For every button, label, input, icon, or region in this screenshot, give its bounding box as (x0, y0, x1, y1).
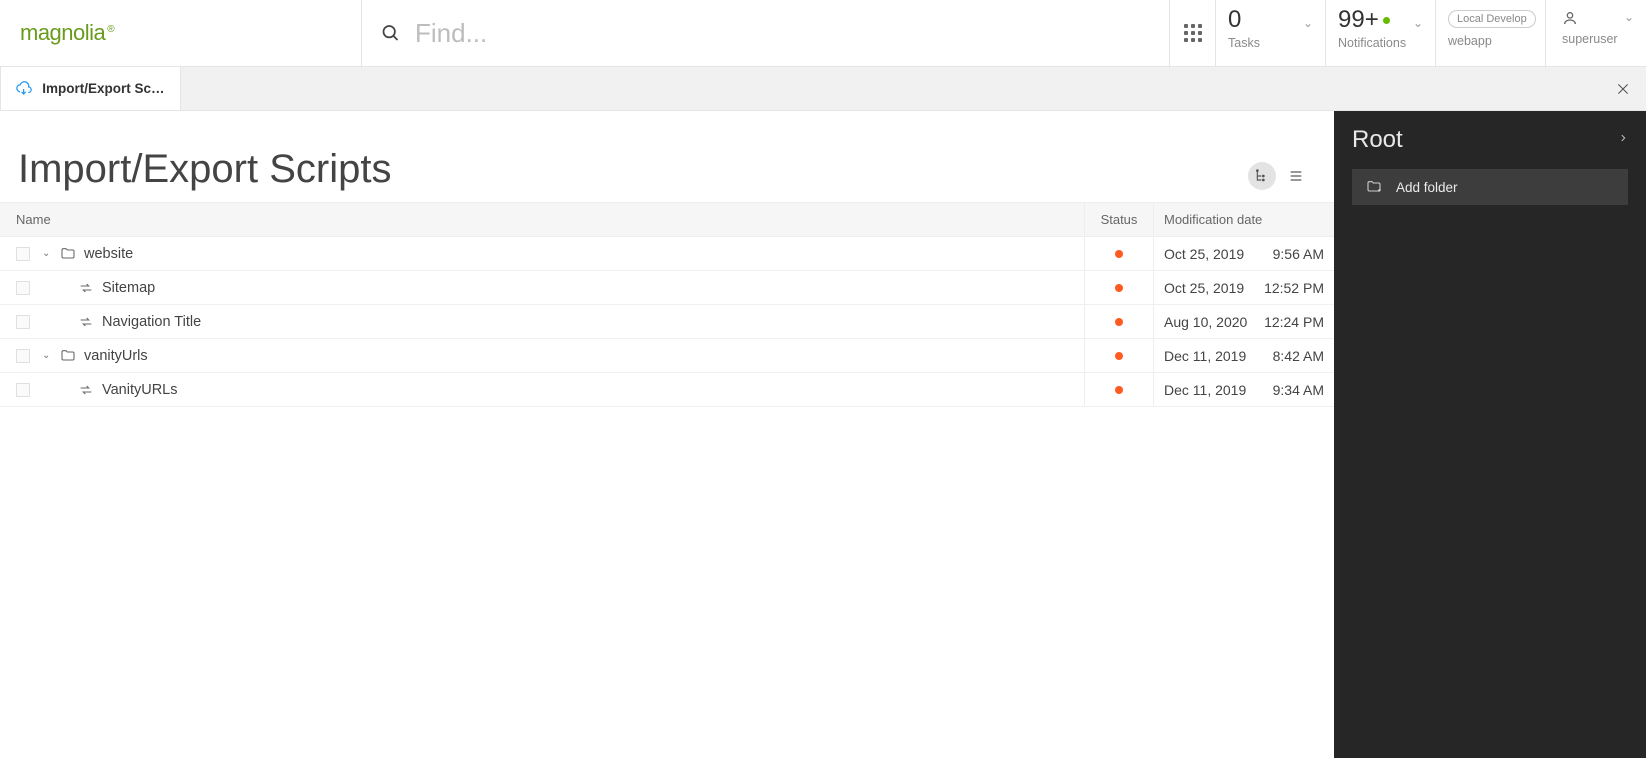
row-name: Sitemap (102, 280, 155, 296)
tasks-count: 0 (1228, 8, 1241, 32)
row-name: VanityURLs (102, 382, 177, 398)
expand-toggle[interactable]: ⌄ (42, 248, 52, 259)
environment-box[interactable]: Local Develop webapp (1436, 0, 1546, 66)
swap-icon (78, 382, 94, 398)
list-view-toggle[interactable] (1282, 162, 1310, 190)
user-box[interactable]: superuser ⌄ (1546, 0, 1646, 66)
search-input[interactable] (415, 18, 1151, 49)
col-header-status[interactable]: Status (1084, 203, 1154, 236)
tree-icon (1254, 168, 1270, 184)
chevron-down-icon: ⌄ (1303, 16, 1313, 30)
search-icon (380, 22, 401, 44)
notification-indicator-icon (1383, 17, 1390, 24)
row-name: vanityUrls (84, 348, 148, 364)
table-row[interactable]: ⌄ vanityUrls Dec 11, 2019 8:42 AM (0, 339, 1334, 373)
row-time: 8:42 AM (1273, 348, 1324, 364)
tasks-label: Tasks (1228, 36, 1313, 50)
close-tab-button[interactable] (1610, 76, 1636, 102)
close-icon (1615, 81, 1631, 97)
row-checkbox[interactable] (16, 281, 30, 295)
notifications-label: Notifications (1338, 36, 1423, 50)
brand-logo[interactable]: magnolia® (20, 20, 114, 46)
main-area: Import/Export Scripts Name Status Modifi… (0, 111, 1334, 758)
row-name: website (84, 246, 133, 262)
col-header-modification[interactable]: Modification date (1154, 203, 1334, 236)
actions-title: Root (1352, 126, 1403, 154)
table-row[interactable]: ⌄ website Oct 25, 2019 9:56 AM (0, 237, 1334, 271)
row-time: 12:24 PM (1264, 314, 1324, 330)
table-row[interactable]: VanityURLs Dec 11, 2019 9:34 AM (0, 373, 1334, 407)
tab-import-export[interactable]: Import/Export Scri... (0, 67, 181, 110)
brand-reg-mark: ® (107, 24, 114, 35)
notifications-count: 99+ (1338, 8, 1390, 32)
row-checkbox[interactable] (16, 349, 30, 363)
row-name: Navigation Title (102, 314, 201, 330)
row-checkbox[interactable] (16, 383, 30, 397)
notifications-box[interactable]: 99+ ⌄ Notifications (1326, 0, 1436, 66)
logo-zone: magnolia® (0, 0, 362, 66)
status-dot-icon (1115, 352, 1123, 360)
actions-panel: Root Add folder (1334, 111, 1646, 758)
status-dot-icon (1115, 386, 1123, 394)
folder-icon (60, 348, 76, 364)
col-header-name[interactable]: Name (0, 212, 1084, 227)
row-time: 9:34 AM (1273, 382, 1324, 398)
environment-pill: Local Develop (1448, 10, 1536, 28)
workspace: Import/Export Scripts Name Status Modifi… (0, 111, 1646, 758)
row-date: Oct 25, 2019 (1164, 246, 1244, 262)
add-folder-action[interactable]: Add folder (1352, 169, 1628, 205)
search-zone[interactable] (362, 0, 1170, 66)
status-dot-icon (1115, 318, 1123, 326)
status-dot-icon (1115, 250, 1123, 258)
grid-icon (1184, 24, 1202, 42)
brand-text: magnolia (20, 20, 105, 45)
swap-icon (78, 314, 94, 330)
col-header-mod-text: Modification date (1164, 212, 1262, 227)
swap-icon (78, 280, 94, 296)
table-header: Name Status Modification date (0, 203, 1334, 237)
tab-bar: Import/Export Scri... (0, 67, 1646, 111)
user-icon (1562, 10, 1578, 26)
row-date: Aug 10, 2020 (1164, 314, 1247, 330)
tasks-box[interactable]: 0 ⌄ Tasks (1216, 0, 1326, 66)
tree-view-toggle[interactable] (1248, 162, 1276, 190)
page-title: Import/Export Scripts (18, 147, 391, 192)
row-date: Dec 11, 2019 (1164, 382, 1246, 398)
actions-header[interactable]: Root (1334, 111, 1646, 169)
user-label: superuser (1562, 32, 1634, 46)
chevron-down-icon: ⌄ (1624, 10, 1634, 24)
tab-label: Import/Export Scri... (42, 81, 166, 96)
environment-label: webapp (1448, 34, 1533, 48)
folder-icon (60, 246, 76, 262)
add-folder-icon (1366, 179, 1382, 195)
row-time: 12:52 PM (1264, 280, 1324, 296)
row-checkbox[interactable] (16, 315, 30, 329)
row-time: 9:56 AM (1273, 246, 1324, 262)
row-checkbox[interactable] (16, 247, 30, 261)
table-row[interactable]: Sitemap Oct 25, 2019 12:52 PM (0, 271, 1334, 305)
chevron-right-icon (1618, 131, 1628, 150)
page-title-zone: Import/Export Scripts (0, 111, 1334, 203)
top-bar: magnolia® 0 ⌄ Tasks 99+ ⌄ Notifications … (0, 0, 1646, 67)
action-label: Add folder (1396, 180, 1458, 195)
chevron-down-icon: ⌄ (1413, 16, 1423, 30)
app-launcher-button[interactable] (1170, 0, 1216, 66)
cloud-sync-icon (15, 80, 32, 98)
notifications-count-text: 99+ (1338, 6, 1379, 33)
view-toggles (1248, 162, 1316, 192)
list-icon (1288, 168, 1304, 184)
row-date: Oct 25, 2019 (1164, 280, 1244, 296)
table-row[interactable]: Navigation Title Aug 10, 2020 12:24 PM (0, 305, 1334, 339)
status-dot-icon (1115, 284, 1123, 292)
expand-toggle[interactable]: ⌄ (42, 350, 52, 361)
row-date: Dec 11, 2019 (1164, 348, 1246, 364)
